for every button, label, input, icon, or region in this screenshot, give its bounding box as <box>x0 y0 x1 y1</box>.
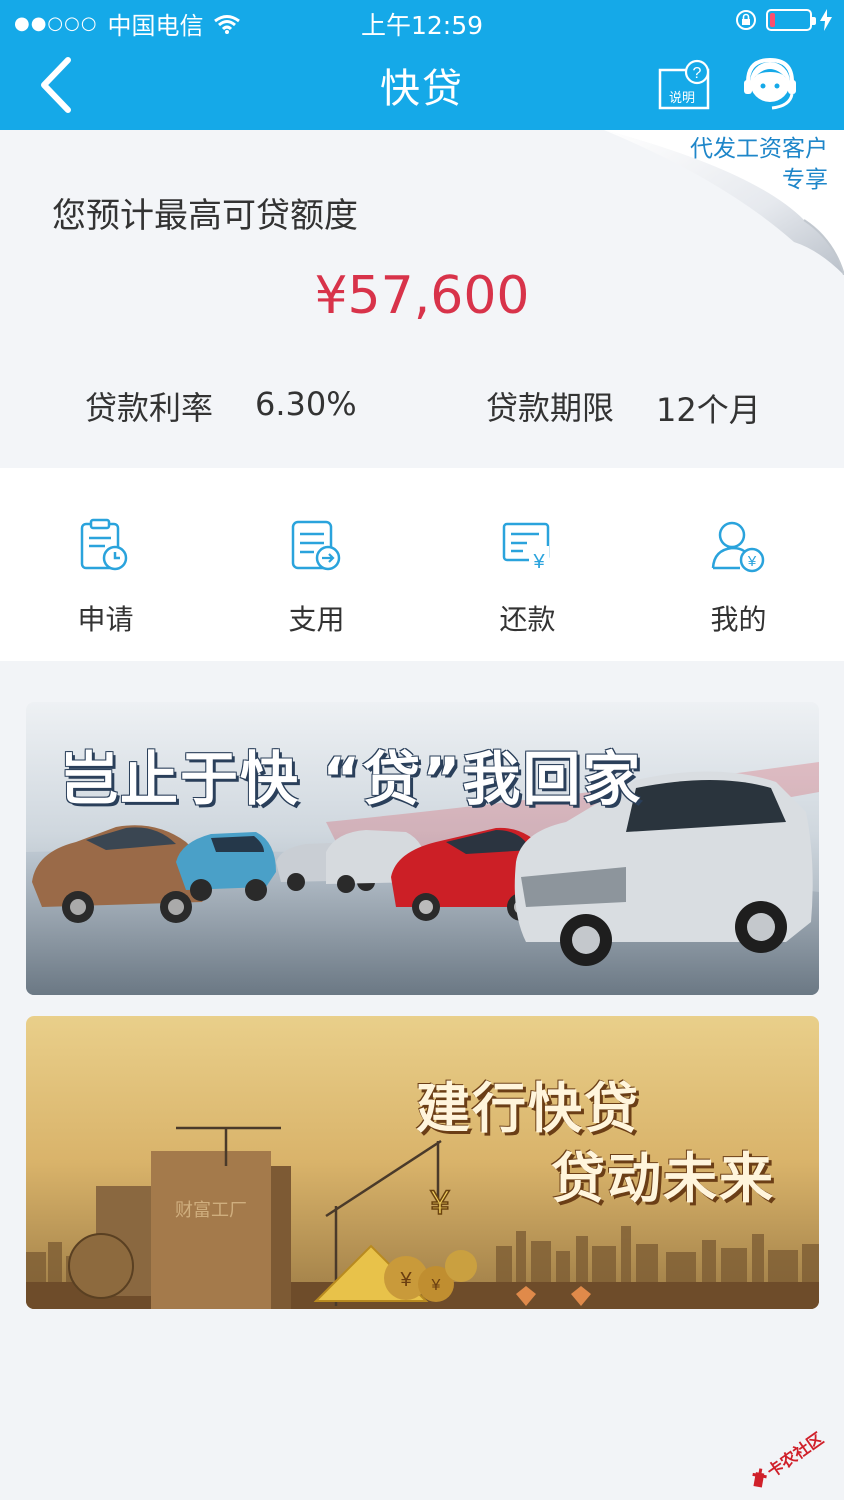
action-my-label: 我的 <box>710 603 767 636</box>
page-title: 快贷 <box>380 66 464 112</box>
globe-image <box>68 1233 134 1299</box>
exclusive-badge-line2: 专享 <box>782 167 828 193</box>
rate-value: 6.30% <box>255 385 357 423</box>
building-sign: 财富工厂 <box>175 1200 247 1221</box>
header: ●●○○○ 中国电信 上午12:59 快贷 ? 说明 <box>0 0 844 130</box>
my-icon: ¥ <box>711 521 765 573</box>
action-my[interactable]: ¥ 我的 <box>633 468 844 661</box>
watermark-text: 卡农社区 <box>764 1429 827 1481</box>
nav-bar: 快贷 ? 说明 <box>0 44 844 130</box>
exclusive-badge-line1: 代发工资客户 <box>690 136 828 162</box>
draw-icon <box>291 520 341 571</box>
action-repay[interactable]: ¥ 还款 <box>422 468 633 661</box>
kanong-watermark: 卡农社区 <box>752 1429 827 1488</box>
rotation-lock-icon <box>736 10 756 30</box>
svg-text:?: ? <box>693 65 702 82</box>
help-label: 说明 <box>669 91 695 106</box>
exclusive-badge: 代发工资客户 专享 <box>690 134 828 196</box>
action-draw-label: 支用 <box>288 603 345 636</box>
ccb-quick-loan-banner[interactable]: 财富工厂 ¥ ¥ ¥ 建行快贷 贷动未来 <box>26 1016 819 1309</box>
term-label: 贷款期限 <box>486 389 615 427</box>
loan-amount: ¥57,600 <box>314 266 530 326</box>
apply-icon <box>80 518 128 571</box>
action-draw[interactable]: 支用 <box>211 468 422 661</box>
action-bar: 申请 支用 ¥ 还款 ¥ 我的 <box>0 468 844 661</box>
help-button[interactable]: ? 说明 <box>657 58 711 112</box>
car-loan-banner[interactable]: 岂止于快 “贷”我回家 <box>26 702 819 995</box>
rate-label: 贷款利率 <box>85 389 214 427</box>
status-time: 上午12:59 <box>360 11 484 40</box>
battery-level <box>770 13 775 27</box>
action-apply-label: 申请 <box>77 603 134 636</box>
repay-icon: ¥ <box>502 522 550 573</box>
customer-service-button[interactable] <box>742 56 798 114</box>
ccb-banner-line1: 建行快贷 <box>416 1077 640 1140</box>
car-banner-headline: 岂止于快 “贷”我回家 <box>60 745 643 813</box>
svg-text:¥: ¥ <box>399 1269 412 1291</box>
action-repay-label: 还款 <box>499 603 556 636</box>
quota-title: 您预计最高可贷额度 <box>52 196 358 236</box>
svg-text:¥: ¥ <box>747 553 757 570</box>
loan-quota-panel: 代发工资客户 专享 您预计最高可贷额度 ¥57,600 贷款利率 6.30% 贷… <box>0 130 844 468</box>
term-value: 12个月 <box>656 391 761 429</box>
svg-text:¥: ¥ <box>532 551 545 573</box>
battery-icon <box>766 9 816 31</box>
svg-text:¥: ¥ <box>431 1277 441 1294</box>
ccb-banner-line2: 贷动未来 <box>551 1147 775 1210</box>
status-right <box>734 8 832 32</box>
charging-icon <box>820 9 832 31</box>
yen-symbol-image: ¥ <box>430 1184 450 1222</box>
status-bar: ●●○○○ 中国电信 上午12:59 <box>0 0 844 44</box>
action-apply[interactable]: 申请 <box>0 468 211 661</box>
